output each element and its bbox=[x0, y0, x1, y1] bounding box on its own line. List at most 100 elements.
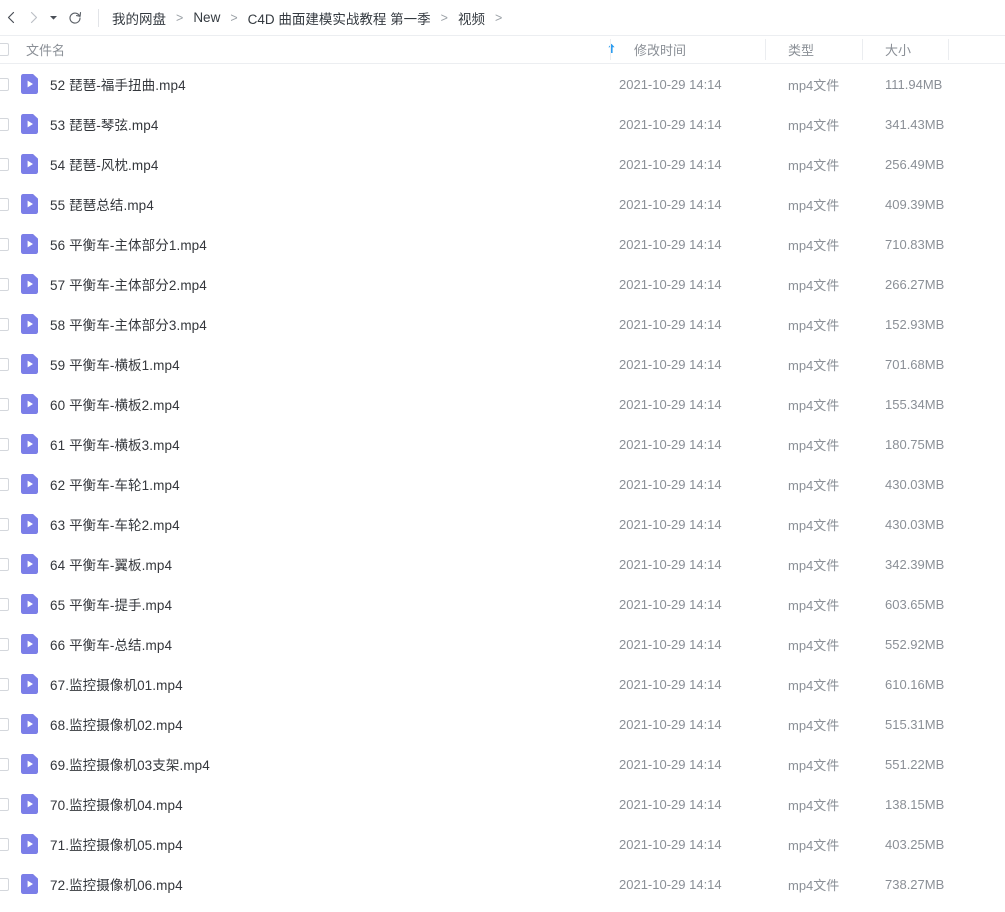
file-name[interactable]: 68.监控摄像机02.mp4 bbox=[50, 714, 604, 734]
file-modified: 2021-10-29 14:14 bbox=[619, 356, 722, 372]
column-divider[interactable] bbox=[610, 39, 611, 60]
file-name[interactable]: 63 平衡车-车轮2.mp4 bbox=[50, 514, 604, 534]
row-checkbox[interactable] bbox=[0, 837, 9, 851]
file-name[interactable]: 61 平衡车-横板3.mp4 bbox=[50, 434, 604, 454]
history-dropdown-button[interactable] bbox=[44, 7, 62, 29]
file-row[interactable]: 68.监控摄像机02.mp4 2021-10-29 14:14 mp4文件 515.3… bbox=[0, 704, 1005, 744]
file-type: mp4文件 bbox=[788, 557, 840, 573]
row-checkbox[interactable] bbox=[0, 757, 9, 771]
video-file-icon bbox=[21, 514, 38, 534]
row-checkbox[interactable] bbox=[0, 557, 9, 571]
file-row[interactable]: 62 平衡车-车轮1.mp4 2021-10-29 14:14 mp4文件 430.0… bbox=[0, 464, 1005, 504]
file-name[interactable]: 64 平衡车-翼板.mp4 bbox=[50, 554, 604, 574]
row-checkbox[interactable] bbox=[0, 597, 9, 611]
file-row[interactable]: 56 平衡车-主体部分1.mp4 2021-10-29 14:14 mp4文件 710… bbox=[0, 224, 1005, 264]
file-name[interactable]: 52 琵琶-福手扭曲.mp4 bbox=[50, 74, 604, 94]
column-divider[interactable] bbox=[765, 39, 766, 60]
file-name[interactable]: 72.监控摄像机06.mp4 bbox=[50, 874, 604, 894]
file-size: 515.31MB bbox=[885, 716, 945, 732]
file-row[interactable]: 52 琵琶-福手扭曲.mp4 2021-10-29 14:14 mp4文件 111.9… bbox=[0, 64, 1005, 104]
file-row[interactable]: 66 平衡车-总结.mp4 2021-10-29 14:14 mp4文件 552.92… bbox=[0, 624, 1005, 664]
row-checkbox[interactable] bbox=[0, 157, 9, 171]
file-type: mp4文件 bbox=[788, 317, 840, 333]
file-row[interactable]: 60 平衡车-横板2.mp4 2021-10-29 14:14 mp4文件 155.3… bbox=[0, 384, 1005, 424]
file-name[interactable]: 65 平衡车-提手.mp4 bbox=[50, 594, 604, 614]
breadcrumb-item-3[interactable]: 视频 bbox=[457, 8, 486, 28]
file-modified: 2021-10-29 14:14 bbox=[619, 76, 722, 92]
file-type: mp4文件 bbox=[788, 877, 840, 893]
column-divider[interactable] bbox=[948, 39, 949, 60]
file-name[interactable]: 53 琵琶-琴弦.mp4 bbox=[50, 114, 604, 134]
file-row[interactable]: 71.监控摄像机05.mp4 2021-10-29 14:14 mp4文件 403.2… bbox=[0, 824, 1005, 864]
row-checkbox[interactable] bbox=[0, 637, 9, 651]
row-checkbox[interactable] bbox=[0, 237, 9, 251]
file-row[interactable]: 61 平衡车-横板3.mp4 2021-10-29 14:14 mp4文件 180.7… bbox=[0, 424, 1005, 464]
back-button[interactable] bbox=[0, 7, 22, 29]
file-row[interactable]: 67.监控摄像机01.mp4 2021-10-29 14:14 mp4文件 610.1… bbox=[0, 664, 1005, 704]
file-name[interactable]: 58 平衡车-主体部分3.mp4 bbox=[50, 314, 604, 334]
file-row[interactable]: 54 琵琶-风枕.mp4 2021-10-29 14:14 mp4文件 256.49M… bbox=[0, 144, 1005, 184]
file-row[interactable]: 65 平衡车-提手.mp4 2021-10-29 14:14 mp4文件 603.65… bbox=[0, 584, 1005, 624]
column-divider[interactable] bbox=[862, 39, 863, 60]
row-checkbox[interactable] bbox=[0, 677, 9, 691]
file-name[interactable]: 66 平衡车-总结.mp4 bbox=[50, 634, 604, 654]
file-row[interactable]: 63 平衡车-车轮2.mp4 2021-10-29 14:14 mp4文件 430.0… bbox=[0, 504, 1005, 544]
file-row[interactable]: 57 平衡车-主体部分2.mp4 2021-10-29 14:14 mp4文件 266… bbox=[0, 264, 1005, 304]
file-row[interactable]: 69.监控摄像机03支架.mp4 2021-10-29 14:14 mp4文件 551… bbox=[0, 744, 1005, 784]
forward-button[interactable] bbox=[22, 7, 44, 29]
row-checkbox[interactable] bbox=[0, 317, 9, 331]
row-checkbox[interactable] bbox=[0, 77, 9, 91]
refresh-icon bbox=[68, 11, 82, 25]
file-row[interactable]: 64 平衡车-翼板.mp4 2021-10-29 14:14 mp4文件 342.39… bbox=[0, 544, 1005, 584]
file-name[interactable]: 60 平衡车-横板2.mp4 bbox=[50, 394, 604, 414]
row-checkbox[interactable] bbox=[0, 197, 9, 211]
refresh-button[interactable] bbox=[64, 7, 86, 29]
breadcrumb-item-0[interactable]: 我的网盘 bbox=[111, 8, 167, 28]
row-checkbox[interactable] bbox=[0, 797, 9, 811]
file-name[interactable]: 56 平衡车-主体部分1.mp4 bbox=[50, 234, 604, 254]
row-checkbox[interactable] bbox=[0, 437, 9, 451]
file-modified: 2021-10-29 14:14 bbox=[619, 756, 722, 772]
row-checkbox[interactable] bbox=[0, 397, 9, 411]
file-modified: 2021-10-29 14:14 bbox=[619, 396, 722, 412]
breadcrumb-item-1[interactable]: New bbox=[192, 10, 221, 25]
column-header-name[interactable]: 文件名 bbox=[9, 40, 604, 59]
file-name[interactable]: 55 琵琶总结.mp4 bbox=[50, 194, 604, 214]
column-header-modified[interactable]: 修改时间 bbox=[619, 40, 774, 59]
file-name[interactable]: 59 平衡车-横板1.mp4 bbox=[50, 354, 604, 374]
file-type: mp4文件 bbox=[788, 357, 840, 373]
file-size: 342.39MB bbox=[885, 556, 945, 572]
file-name[interactable]: 69.监控摄像机03支架.mp4 bbox=[50, 754, 604, 774]
video-file-icon bbox=[21, 834, 38, 854]
file-modified: 2021-10-29 14:14 bbox=[619, 436, 722, 452]
row-checkbox[interactable] bbox=[0, 277, 9, 291]
file-name[interactable]: 54 琵琶-风枕.mp4 bbox=[50, 154, 604, 174]
video-file-icon bbox=[21, 674, 38, 694]
video-file-icon bbox=[21, 394, 38, 414]
file-name[interactable]: 57 平衡车-主体部分2.mp4 bbox=[50, 274, 604, 294]
row-checkbox[interactable] bbox=[0, 517, 9, 531]
file-row[interactable]: 72.监控摄像机06.mp4 2021-10-29 14:14 mp4文件 738.2… bbox=[0, 864, 1005, 904]
row-checkbox[interactable] bbox=[0, 357, 9, 371]
column-header-size[interactable]: 大小 bbox=[871, 40, 957, 59]
select-all-checkbox[interactable] bbox=[0, 43, 9, 56]
sort-ascending-icon[interactable] bbox=[604, 42, 619, 57]
file-modified: 2021-10-29 14:14 bbox=[619, 636, 722, 652]
file-name[interactable]: 71.监控摄像机05.mp4 bbox=[50, 834, 604, 854]
file-row[interactable]: 59 平衡车-横板1.mp4 2021-10-29 14:14 mp4文件 701.6… bbox=[0, 344, 1005, 384]
breadcrumb-item-2[interactable]: C4D 曲面建模实战教程 第一季 bbox=[247, 8, 432, 28]
row-checkbox[interactable] bbox=[0, 477, 9, 491]
file-name[interactable]: 67.监控摄像机01.mp4 bbox=[50, 674, 604, 694]
file-row[interactable]: 58 平衡车-主体部分3.mp4 2021-10-29 14:14 mp4文件 152… bbox=[0, 304, 1005, 344]
column-header-type[interactable]: 类型 bbox=[774, 40, 871, 59]
row-checkbox[interactable] bbox=[0, 717, 9, 731]
file-name[interactable]: 62 平衡车-车轮1.mp4 bbox=[50, 474, 604, 494]
file-size: 603.65MB bbox=[885, 596, 945, 612]
row-checkbox[interactable] bbox=[0, 877, 9, 891]
file-row[interactable]: 53 琵琶-琴弦.mp4 2021-10-29 14:14 mp4文件 341.43M… bbox=[0, 104, 1005, 144]
file-row[interactable]: 70.监控摄像机04.mp4 2021-10-29 14:14 mp4文件 138.1… bbox=[0, 784, 1005, 824]
breadcrumb-separator: > bbox=[440, 10, 448, 25]
file-row[interactable]: 55 琵琶总结.mp4 2021-10-29 14:14 mp4文件 409.39MB bbox=[0, 184, 1005, 224]
file-name[interactable]: 70.监控摄像机04.mp4 bbox=[50, 794, 604, 814]
row-checkbox[interactable] bbox=[0, 117, 9, 131]
